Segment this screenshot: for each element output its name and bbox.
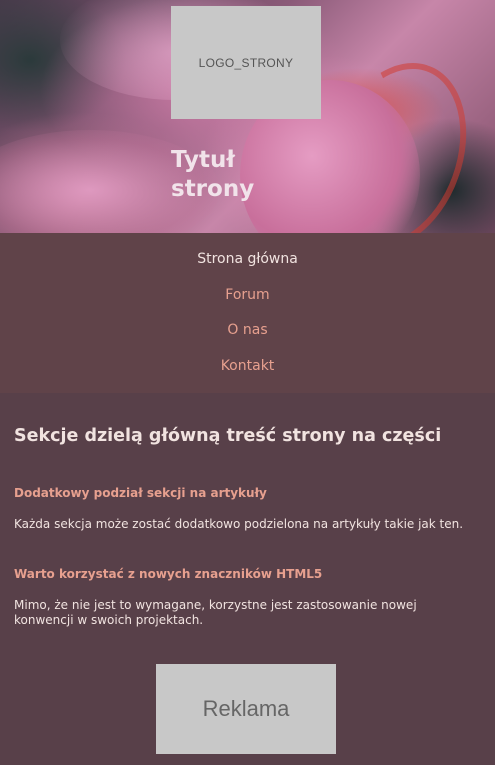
article-text: Mimo, że nie jest to wymagane, korzystne… [14, 598, 417, 627]
advertisement-label: Reklama [202, 696, 290, 721]
nav-link-home[interactable]: Strona główna [0, 250, 495, 268]
site-logo[interactable]: LOGO_STRONY [171, 6, 321, 119]
site-title-line-1: Tytuł [171, 147, 235, 173]
main-content: Sekcje dzielą główną treść strony na czę… [0, 393, 495, 765]
nav-link-contact[interactable]: Kontakt [0, 357, 495, 375]
article-heading: Warto korzystać z nowych znaczników HTML… [14, 567, 323, 581]
site-logo-text: LOGO_STRONY [198, 55, 294, 70]
advertisement-banner[interactable]: Reklama [156, 664, 336, 754]
article-text: Każda sekcja może zostać dodatkowo podzi… [14, 517, 464, 531]
article-heading: Dodatkowy podział sekcji na artykuły [14, 486, 267, 500]
nav-link-forum[interactable]: Forum [0, 286, 495, 304]
header-banner: LOGO_STRONY Tytuł strony [0, 0, 495, 233]
site-title: Tytuł strony [171, 146, 321, 204]
nav-link-about[interactable]: O nas [0, 321, 495, 339]
section-heading: Sekcje dzielą główną treść strony na czę… [14, 426, 442, 446]
site-title-line-2: strony [171, 176, 255, 202]
main-navigation: Strona główna Forum O nas Kontakt [0, 233, 495, 393]
